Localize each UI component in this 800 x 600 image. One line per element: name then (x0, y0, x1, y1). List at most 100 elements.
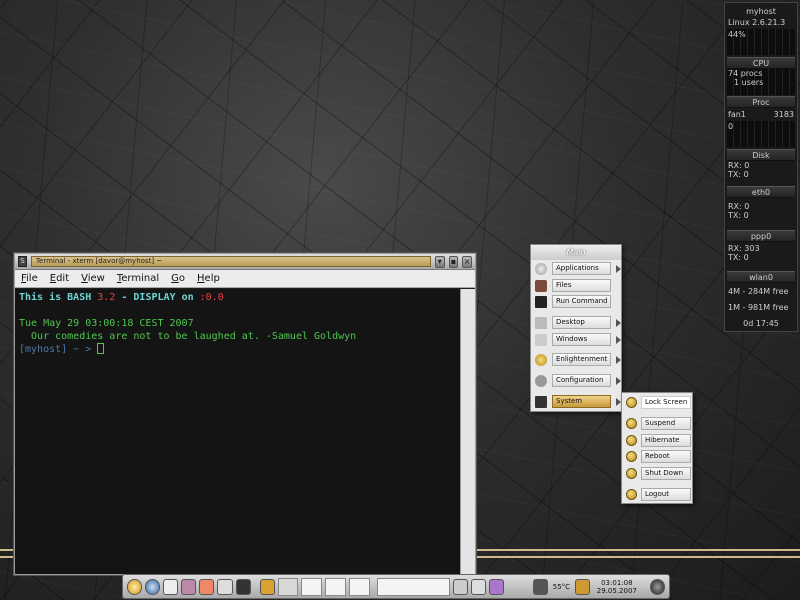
hibernate-icon (626, 435, 637, 446)
chat-icon[interactable] (181, 578, 197, 595)
pager-desk-2[interactable] (301, 577, 323, 596)
systray-icon-c[interactable] (488, 578, 505, 595)
files-icon (535, 280, 547, 292)
reboot-icon (626, 451, 637, 462)
system-label: System (552, 395, 611, 408)
quote-line: Our comedies are not to be laughed at. -… (19, 331, 357, 342)
windows-icon (535, 334, 547, 346)
menu-item-windows[interactable]: Windows (533, 333, 621, 347)
disk-header[interactable]: Disk (727, 149, 795, 161)
terminal-app-icon[interactable]: S (18, 256, 27, 267)
prompt: [myhost] ~ > (19, 344, 98, 355)
menu-item-system[interactable]: System (533, 395, 621, 409)
terminal-window[interactable]: S Terminal - xterm [davor@myhost] ~ ▾ ▪ … (14, 253, 476, 575)
pager-desk-1[interactable] (277, 577, 299, 596)
files-label: Files (552, 279, 611, 292)
pager-desk-3[interactable] (325, 577, 346, 596)
reboot-label: Reboot (641, 450, 691, 463)
menu-item-hibernate[interactable]: Hibernate (624, 434, 692, 447)
folder-icon[interactable] (259, 578, 275, 595)
run-command-icon (535, 296, 547, 308)
run-command-label: Run Command (552, 295, 611, 308)
cpu-header[interactable]: CPU (727, 57, 795, 69)
main-menu-title: Main (531, 245, 621, 260)
battery-icon[interactable] (574, 578, 590, 595)
wlan0-header[interactable]: wlan0 (727, 271, 795, 283)
submenu-arrow-icon (616, 265, 621, 273)
lock-screen-label: Lock Screen (641, 396, 691, 409)
menu-item-files[interactable]: Files (533, 279, 621, 293)
submenu-arrow-icon (616, 377, 621, 385)
terminal-title: Terminal - xterm [davor@myhost] ~ (30, 256, 431, 267)
configuration-icon (535, 375, 547, 387)
submenu-arrow-icon (616, 356, 621, 364)
submenu-arrow-icon (616, 319, 621, 327)
uptime: 0d 17:45 (743, 319, 779, 328)
menu-file[interactable]: File (21, 273, 38, 284)
pager-desk-4[interactable] (348, 577, 370, 596)
systray-icon-b[interactable] (470, 578, 486, 595)
menu-edit[interactable]: Edit (50, 273, 69, 284)
start-menu-icon[interactable] (127, 578, 143, 595)
suspend-icon (626, 418, 637, 429)
menu-help[interactable]: Help (197, 273, 220, 284)
eth0-rx: RX: 0 (728, 202, 750, 211)
menu-item-shut-down[interactable]: Shut Down (624, 467, 692, 480)
desktop-icon (535, 317, 547, 329)
clock[interactable]: 03:01:08 29.05.2007 (597, 579, 637, 595)
desktop-label: Desktop (552, 316, 611, 329)
menu-item-run-command[interactable]: Run Command (533, 295, 621, 309)
menu-item-logout[interactable]: Logout (624, 488, 692, 501)
logout-icon (626, 489, 637, 500)
image-viewer-icon[interactable] (199, 578, 215, 595)
cpu-percent: 44% (728, 30, 746, 39)
eth0-header[interactable]: eth0 (727, 186, 795, 198)
ppp0-rx: RX: 303 (728, 244, 760, 253)
maximize-button[interactable]: ▪ (448, 255, 459, 268)
menu-item-enlightenment[interactable]: Enlightenment (533, 353, 621, 367)
close-button[interactable]: × (462, 255, 472, 268)
browser-icon[interactable] (145, 578, 161, 595)
applications-label: Applications (552, 262, 611, 275)
home-icon[interactable] (163, 578, 179, 595)
configuration-label: Configuration (552, 374, 611, 387)
bottom-shelf: 55°C 03:01:08 29.05.2007 (122, 574, 670, 599)
memory-free: 4M - 284M free (728, 287, 789, 296)
camera-icon[interactable] (533, 578, 549, 595)
temperature: 55°C (552, 582, 571, 591)
menu-view[interactable]: View (81, 273, 105, 284)
menu-go[interactable]: Go (171, 273, 185, 284)
menu-item-lock-screen[interactable]: Lock Screen (624, 396, 692, 409)
menu-terminal[interactable]: Terminal (117, 273, 159, 284)
prompt-line[interactable]: [myhost] ~ > (19, 343, 456, 356)
menu-item-reboot[interactable]: Reboot (624, 450, 692, 463)
terminal-scrollbar[interactable] (460, 289, 475, 574)
display-value: :0.0 (199, 292, 224, 303)
speaker-icon[interactable] (649, 578, 665, 595)
proc-header[interactable]: Proc (727, 96, 795, 108)
hibernate-label: Hibernate (641, 434, 691, 447)
menu-item-desktop[interactable]: Desktop (533, 316, 621, 330)
menu-item-configuration[interactable]: Configuration (533, 374, 621, 388)
hostname: myhost (746, 7, 776, 16)
window-list-icon[interactable] (217, 578, 233, 595)
menu-item-applications[interactable]: Applications (533, 262, 621, 276)
bash-version: 3.2 (97, 292, 116, 303)
ppp0-tx: TX: 0 (728, 253, 749, 262)
clock-time: 03:01:08 (601, 578, 633, 587)
bash-prefix: This is BASH (19, 292, 98, 303)
enlightenment-icon (535, 354, 547, 366)
terminal-titlebar[interactable]: S Terminal - xterm [davor@myhost] ~ ▾ ▪ … (15, 254, 475, 270)
user-count: 1 users (734, 78, 764, 87)
minimize-button[interactable]: ▾ (434, 255, 445, 268)
windows-label: Windows (552, 333, 611, 346)
kernel-version: Linux 2.6.21.3 (728, 18, 786, 27)
ppp0-header[interactable]: ppp0 (727, 230, 795, 242)
logout-label: Logout (641, 488, 691, 501)
systray-icon-a[interactable] (452, 578, 468, 595)
terminal-output[interactable]: This is BASH 3.2 - DISPLAY on :0.0 Tue M… (15, 289, 460, 574)
taskbar-window-slot[interactable] (376, 577, 450, 596)
system-monitor: myhost Linux 2.6.21.3 44% CPU 74 procs 1… (724, 2, 798, 332)
menu-item-suspend[interactable]: Suspend (624, 417, 692, 430)
terminal-icon[interactable] (235, 578, 251, 595)
